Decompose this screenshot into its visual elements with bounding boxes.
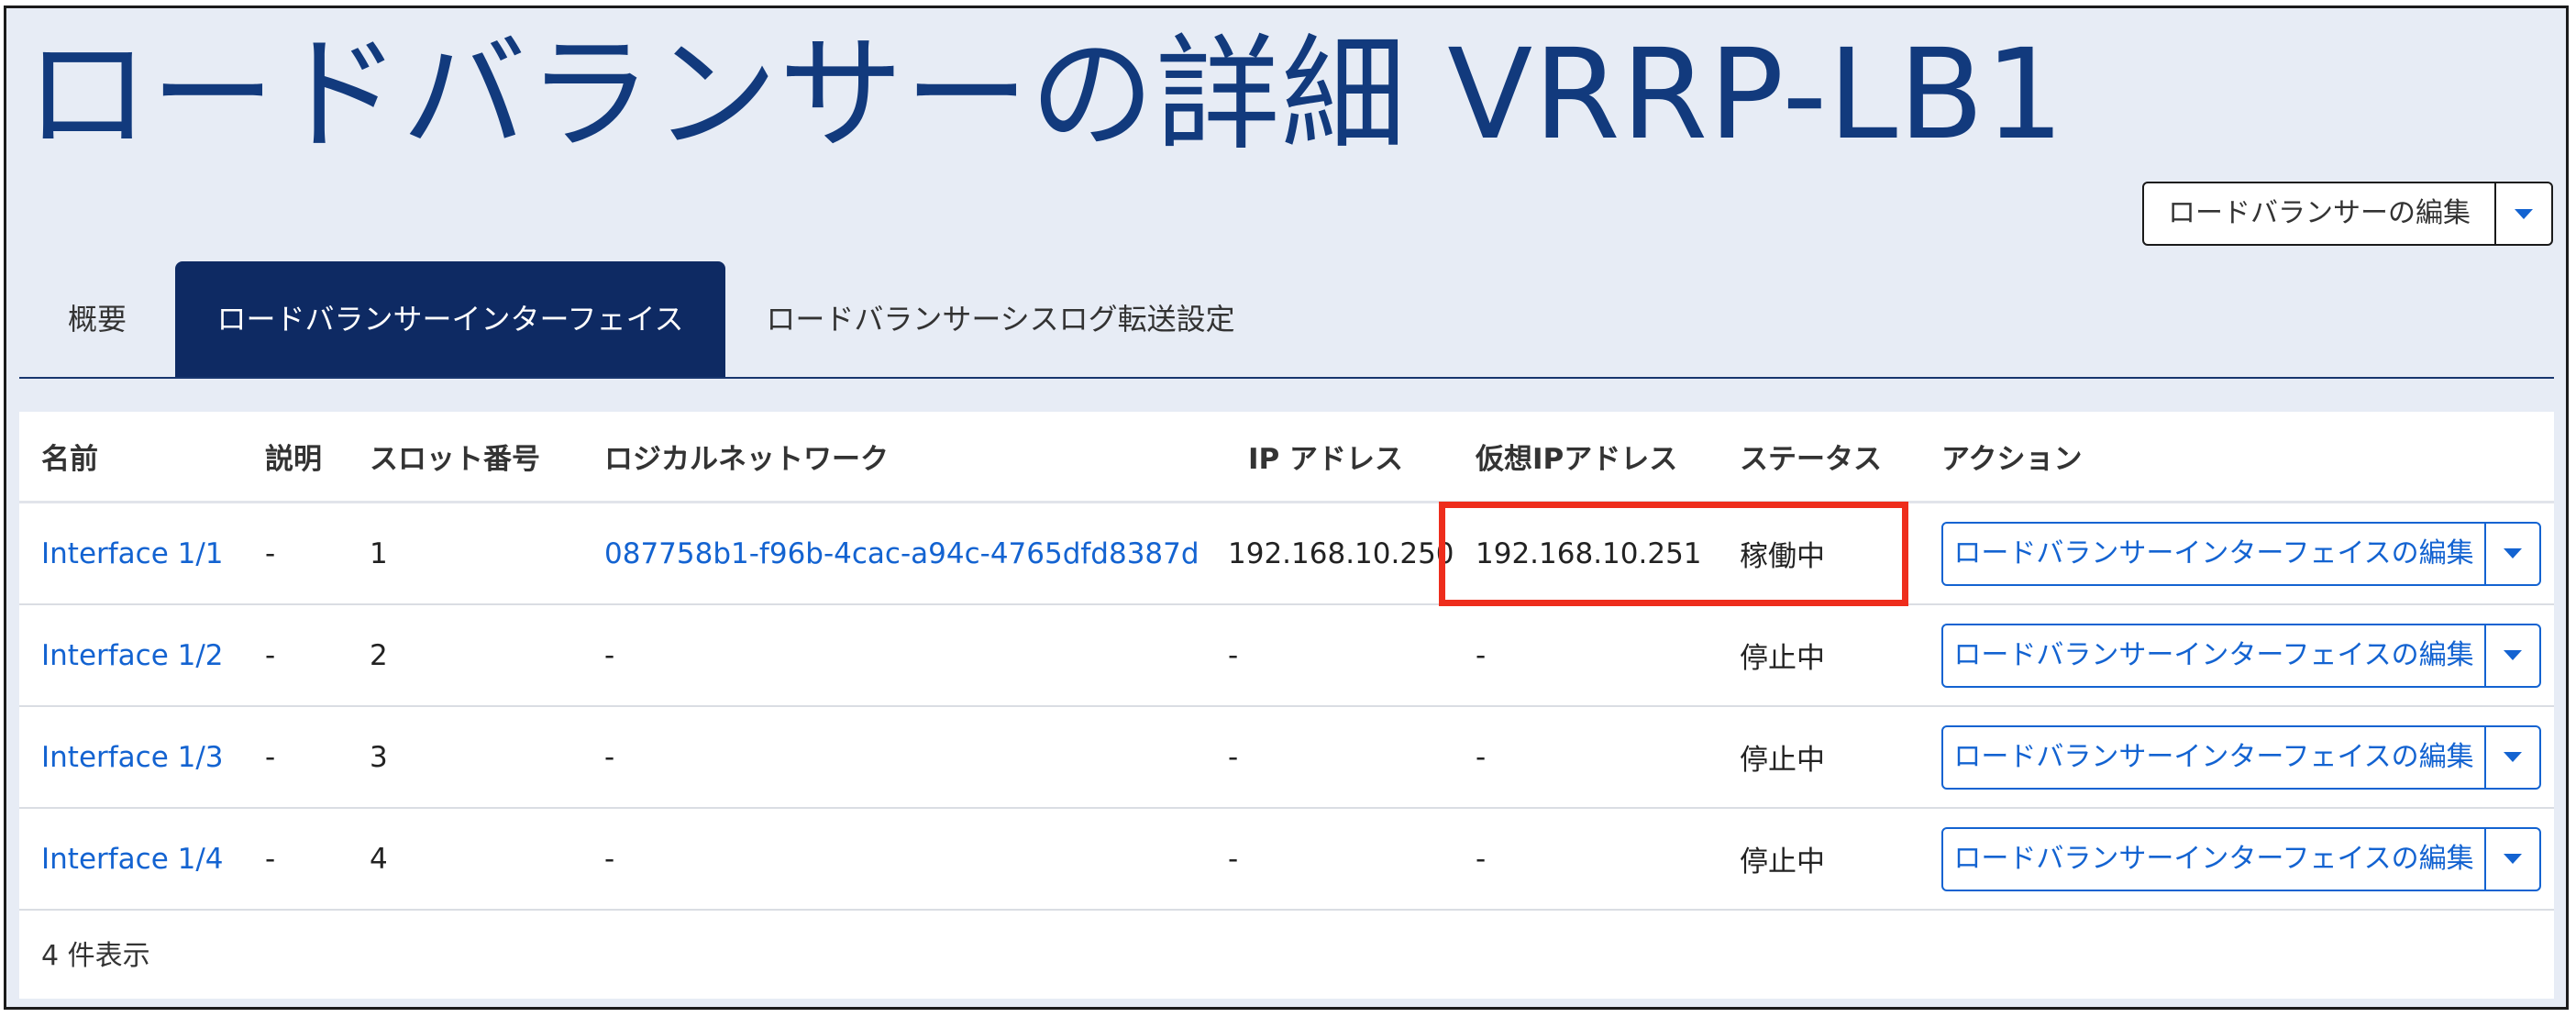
logical-network-link[interactable]: 087758b1-f96b-4cac-a94c-4765dfd8387d (604, 503, 1200, 603)
table-header-row: 名前 説明 スロット番号 ロジカルネットワーク IP アドレス 仮想IPアドレス… (19, 412, 2554, 503)
edit-interface-dropdown-toggle[interactable] (2486, 829, 2539, 890)
action-cell: ロードバランサーインターフェイスの編集 (1941, 605, 2541, 705)
virtual-ip-cell: 192.168.10.251 (1476, 536, 1702, 570)
interface-name-link[interactable]: Interface 1/1 (41, 503, 224, 603)
status-cell: 停止中 (1740, 642, 1825, 675)
column-header-virtual-ip[interactable]: 仮想IPアドレス (1476, 412, 1677, 501)
logical-network-cell: - (604, 842, 615, 876)
description-cell: - (265, 638, 276, 672)
column-header-name[interactable]: 名前 (41, 412, 98, 501)
row-count-label: 4 件表示 (41, 940, 150, 972)
edit-interface-dropdown-toggle[interactable] (2486, 727, 2539, 788)
edit-interface-button[interactable]: ロードバランサーインターフェイスの編集 (1943, 828, 2486, 890)
table-row: Interface 1/2 - 2 - - - 停止中 ロードバランサーインター… (19, 605, 2554, 707)
interface-name-link[interactable]: Interface 1/2 (41, 605, 224, 705)
chevron-down-icon (2504, 548, 2522, 558)
description-cell: - (265, 740, 276, 774)
tab-syslog-forwarding[interactable]: ロードバランサーシスログ転送設定 (725, 261, 1276, 377)
table-row: Interface 1/3 - 3 - - - 停止中 ロードバランサーインター… (19, 707, 2554, 809)
virtual-ip-cell: - (1476, 842, 1487, 876)
status-cell: 停止中 (1740, 846, 1825, 879)
column-header-ip-address[interactable]: IP アドレス (1248, 412, 1403, 501)
tab-load-balancer-interfaces[interactable]: ロードバランサーインターフェイス (175, 261, 725, 377)
edit-interface-split-button[interactable]: ロードバランサーインターフェイスの編集 (1941, 623, 2541, 688)
edit-interface-split-button[interactable]: ロードバランサーインターフェイスの編集 (1941, 724, 2541, 790)
edit-interface-button[interactable]: ロードバランサーインターフェイスの編集 (1943, 523, 2486, 584)
app-frame: ロードバランサーの詳細 VRRP-LB1 ロードバランサーの編集 概要 ロードバ… (4, 6, 2569, 1010)
slot-cell: 4 (370, 842, 388, 876)
column-header-action: アクション (1941, 443, 2083, 476)
slot-cell: 2 (370, 638, 388, 672)
description-cell: - (265, 536, 276, 570)
chevron-down-icon (2504, 854, 2522, 864)
chevron-down-icon (2504, 650, 2522, 660)
ip-address-cell: 192.168.10.250 (1228, 536, 1454, 570)
chevron-down-icon (2515, 208, 2533, 219)
virtual-ip-cell: - (1476, 740, 1487, 774)
interfaces-table: 名前 説明 スロット番号 ロジカルネットワーク IP アドレス 仮想IPアドレス… (19, 412, 2554, 999)
column-header-status[interactable]: ステータス (1740, 412, 1882, 501)
edit-load-balancer-dropdown-toggle[interactable] (2494, 183, 2551, 244)
interface-name-link[interactable]: Interface 1/4 (41, 809, 224, 909)
interface-name-link[interactable]: Interface 1/3 (41, 707, 224, 807)
edit-load-balancer-button[interactable]: ロードバランサーの編集 (2144, 183, 2494, 244)
tab-bar: 概要 ロードバランサーインターフェイス ロードバランサーシスログ転送設定 (19, 261, 2554, 379)
edit-interface-dropdown-toggle[interactable] (2486, 524, 2539, 584)
action-cell: ロードバランサーインターフェイスの編集 (1941, 503, 2541, 603)
chevron-down-icon (2504, 752, 2522, 762)
edit-interface-split-button[interactable]: ロードバランサーインターフェイスの編集 (1941, 826, 2541, 891)
table-row: Interface 1/1 - 1 087758b1-f96b-4cac-a94… (19, 503, 2554, 605)
tab-overview[interactable]: 概要 (19, 261, 175, 377)
column-header-logical-network[interactable]: ロジカルネットワーク (604, 412, 889, 501)
ip-address-cell: - (1228, 842, 1239, 876)
edit-interface-button[interactable]: ロードバランサーインターフェイスの編集 (1943, 625, 2486, 686)
logical-network-cell: - (604, 638, 615, 672)
action-cell: ロードバランサーインターフェイスの編集 (1941, 809, 2541, 909)
action-cell: ロードバランサーインターフェイスの編集 (1941, 707, 2541, 807)
column-header-slot[interactable]: スロット番号 (370, 412, 540, 501)
logical-network-cell: - (604, 740, 615, 774)
table-row: Interface 1/4 - 4 - - - 停止中 ロードバランサーインター… (19, 809, 2554, 911)
edit-interface-dropdown-toggle[interactable] (2486, 625, 2539, 686)
slot-cell: 1 (370, 536, 388, 570)
page-title: ロードバランサーの詳細 VRRP-LB1 (25, 23, 2065, 168)
ip-address-cell: - (1228, 740, 1239, 774)
status-cell: 停止中 (1740, 744, 1825, 777)
slot-cell: 3 (370, 740, 388, 774)
virtual-ip-cell: - (1476, 638, 1487, 672)
edit-interface-button[interactable]: ロードバランサーインターフェイスの編集 (1943, 726, 2486, 788)
ip-address-cell: - (1228, 638, 1239, 672)
column-header-description[interactable]: 説明 (265, 412, 322, 501)
edit-interface-split-button[interactable]: ロードバランサーインターフェイスの編集 (1941, 521, 2541, 586)
edit-load-balancer-split-button[interactable]: ロードバランサーの編集 (2142, 182, 2553, 246)
description-cell: - (265, 842, 276, 876)
status-cell: 稼働中 (1740, 540, 1825, 573)
